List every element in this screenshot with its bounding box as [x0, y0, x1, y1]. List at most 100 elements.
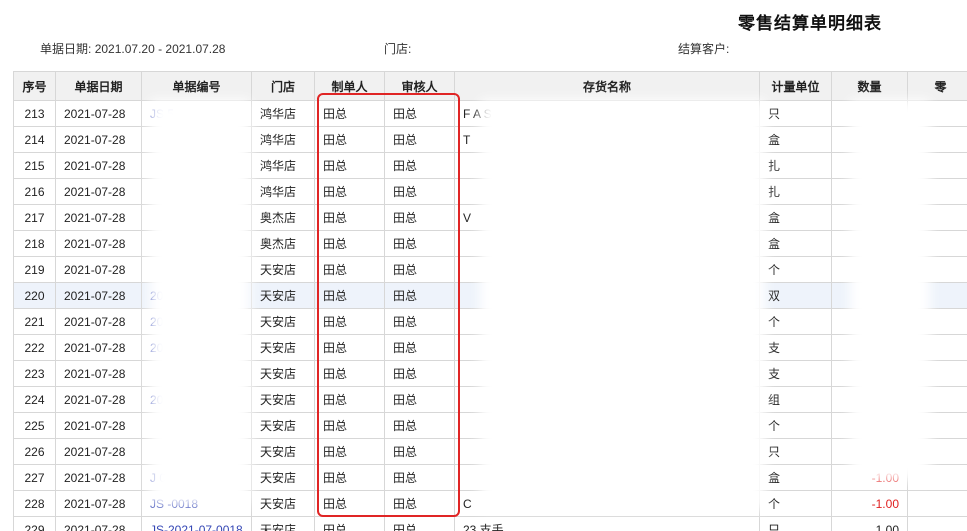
table-row[interactable]: 2212021-07-2820天安店田总田总个	[14, 309, 967, 335]
cell-unit: 支	[760, 335, 832, 361]
cell-unit: 双	[760, 283, 832, 309]
cell-item	[455, 387, 760, 413]
cell-maker: 田总	[315, 491, 385, 517]
cell-unit: 组	[760, 387, 832, 413]
col-header-doc-no[interactable]: 单据编号	[142, 72, 252, 101]
cell-store: 天安店	[252, 361, 315, 387]
table-row[interactable]: 2182021-07-28奥杰店田总田总盒	[14, 231, 967, 257]
cell-maker: 田总	[315, 179, 385, 205]
table-row[interactable]: 2292021-07-28JS-2021-07-0018天安店田总田总23 支手…	[14, 517, 967, 531]
table-row[interactable]: 2272021-07-28J 0018天安店田总田总盒-1.00	[14, 465, 967, 491]
table-row[interactable]: 2262021-07-28天安店田总田总只	[14, 439, 967, 465]
cell-item	[455, 179, 760, 205]
cell-date: 2021-07-28	[56, 491, 142, 517]
cell-qty	[832, 309, 908, 335]
cell-doc-no[interactable]	[142, 361, 252, 387]
cell-seq: 218	[14, 231, 56, 257]
cell-item: C	[455, 491, 760, 517]
cell-auditor: 田总	[385, 309, 455, 335]
cell-item	[455, 465, 760, 491]
cell-doc-no[interactable]	[142, 257, 252, 283]
cell-more	[908, 101, 967, 127]
table-row[interactable]: 2172021-07-28奥杰店田总田总V盒	[14, 205, 967, 231]
cell-maker: 田总	[315, 283, 385, 309]
cell-more	[908, 127, 967, 153]
table-row[interactable]: 2232021-07-28天安店田总田总支	[14, 361, 967, 387]
cell-qty	[832, 153, 908, 179]
cell-store: 天安店	[252, 465, 315, 491]
cell-doc-no[interactable]: JS 5	[142, 101, 252, 127]
cell-more	[908, 257, 967, 283]
cell-auditor: 田总	[385, 491, 455, 517]
col-header-more[interactable]: 零	[908, 72, 967, 101]
col-header-item[interactable]: 存货名称	[455, 72, 760, 101]
cell-doc-no[interactable]	[142, 127, 252, 153]
table-row[interactable]: 2192021-07-28天安店田总田总个	[14, 257, 967, 283]
cell-seq: 229	[14, 517, 56, 531]
cell-seq: 222	[14, 335, 56, 361]
cell-item	[455, 361, 760, 387]
cell-doc-no[interactable]	[142, 205, 252, 231]
col-header-auditor[interactable]: 审核人	[385, 72, 455, 101]
cell-doc-no[interactable]	[142, 179, 252, 205]
cell-doc-no[interactable]: JS-2021-07-0018	[142, 517, 252, 531]
col-header-unit[interactable]: 计量单位	[760, 72, 832, 101]
table-body: 2132021-07-28JS 5鸿华店田总田总F A S只2142021-07…	[14, 101, 967, 531]
cell-date: 2021-07-28	[56, 231, 142, 257]
cell-more	[908, 205, 967, 231]
table-row[interactable]: 2242021-07-2820天安店田总田总组	[14, 387, 967, 413]
cell-maker: 田总	[315, 309, 385, 335]
cell-store: 奥杰店	[252, 231, 315, 257]
cell-store: 天安店	[252, 309, 315, 335]
table-row[interactable]: 2162021-07-28鸿华店田总田总扎	[14, 179, 967, 205]
cell-maker: 田总	[315, 127, 385, 153]
cell-seq: 216	[14, 179, 56, 205]
cell-auditor: 田总	[385, 439, 455, 465]
cell-date: 2021-07-28	[56, 465, 142, 491]
cell-maker: 田总	[315, 413, 385, 439]
table-row[interactable]: 2202021-07-2820天安店田总田总双	[14, 283, 967, 309]
cell-store: 天安店	[252, 491, 315, 517]
table-row[interactable]: 2252021-07-28天安店田总田总个	[14, 413, 967, 439]
cell-date: 2021-07-28	[56, 517, 142, 531]
table-row[interactable]: 2282021-07-28JS -0018天安店田总田总C个-1.00	[14, 491, 967, 517]
cell-date: 2021-07-28	[56, 153, 142, 179]
cell-doc-no[interactable]: 20	[142, 283, 252, 309]
cell-store: 鸿华店	[252, 153, 315, 179]
cell-unit: 盒	[760, 205, 832, 231]
cell-store: 天安店	[252, 413, 315, 439]
table-row[interactable]: 2222021-07-2820天安店田总田总支	[14, 335, 967, 361]
table-row[interactable]: 2132021-07-28JS 5鸿华店田总田总F A S只	[14, 101, 967, 127]
customer-filter-label[interactable]: 结算客户:	[678, 40, 729, 57]
table-row[interactable]: 2142021-07-28鸿华店田总田总T盒	[14, 127, 967, 153]
cell-more	[908, 153, 967, 179]
cell-maker: 田总	[315, 257, 385, 283]
col-header-maker[interactable]: 制单人	[315, 72, 385, 101]
cell-seq: 219	[14, 257, 56, 283]
date-filter-value[interactable]: 2021.07.20 - 2021.07.28	[95, 42, 226, 56]
table-row[interactable]: 2152021-07-28鸿华店田总田总扎	[14, 153, 967, 179]
cell-qty	[832, 257, 908, 283]
cell-doc-no[interactable]: 20	[142, 335, 252, 361]
cell-doc-no[interactable]: 20	[142, 387, 252, 413]
store-filter-label[interactable]: 门店:	[384, 40, 411, 57]
cell-doc-no[interactable]	[142, 413, 252, 439]
cell-qty	[832, 127, 908, 153]
col-header-seq[interactable]: 序号	[14, 72, 56, 101]
col-header-store[interactable]: 门店	[252, 72, 315, 101]
cell-doc-no[interactable]	[142, 439, 252, 465]
cell-date: 2021-07-28	[56, 387, 142, 413]
cell-doc-no[interactable]: JS -0018	[142, 491, 252, 517]
cell-qty	[832, 283, 908, 309]
cell-qty: 1.00	[832, 517, 908, 531]
col-header-qty[interactable]: 数量	[832, 72, 908, 101]
cell-qty: -1.00	[832, 491, 908, 517]
cell-unit: 扎	[760, 179, 832, 205]
cell-doc-no[interactable]: 20	[142, 309, 252, 335]
detail-table: 序号 单据日期 单据编号 门店 制单人 审核人 存货名称 计量单位 数量 零 2…	[13, 71, 967, 531]
col-header-date[interactable]: 单据日期	[56, 72, 142, 101]
cell-doc-no[interactable]	[142, 231, 252, 257]
cell-doc-no[interactable]	[142, 153, 252, 179]
cell-doc-no[interactable]: J 0018	[142, 465, 252, 491]
cell-unit: 盒	[760, 127, 832, 153]
